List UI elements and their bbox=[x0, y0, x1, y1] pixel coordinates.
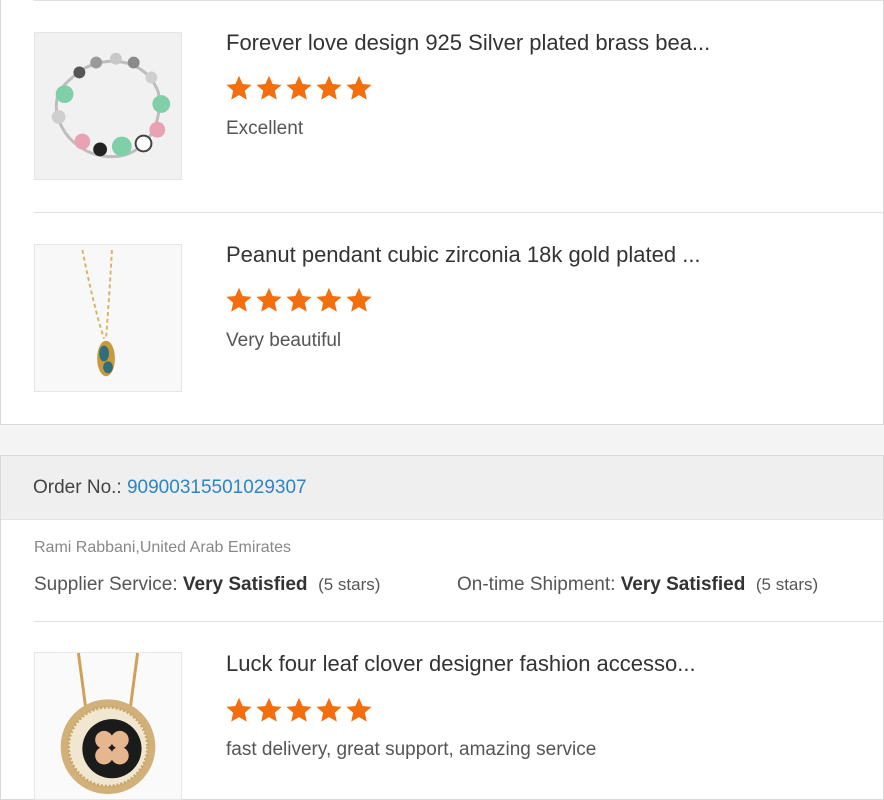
order-number-link[interactable]: 90900315501029307 bbox=[127, 477, 307, 498]
star-icon bbox=[345, 74, 373, 102]
shipment-value: Very Satisfied bbox=[620, 574, 746, 595]
star-icon bbox=[255, 286, 283, 314]
product-title[interactable]: Peanut pendant cubic zirconia 18k gold p… bbox=[226, 242, 746, 268]
shipment-label: On-time Shipment: bbox=[457, 574, 616, 595]
review-comment: Very beautiful bbox=[226, 330, 342, 351]
review-comment: fast delivery, great support, amazing se… bbox=[226, 739, 597, 760]
clover-pendant-image[interactable] bbox=[34, 652, 182, 800]
star-icon bbox=[285, 74, 313, 102]
product-title[interactable]: Forever love design 925 Silver plated br… bbox=[226, 30, 746, 56]
star-icon bbox=[345, 286, 373, 314]
star-icon bbox=[225, 696, 253, 724]
star-icon bbox=[315, 286, 343, 314]
supplier-service-label: Supplier Service: bbox=[34, 574, 178, 595]
rating-stars bbox=[225, 286, 373, 314]
necklace-image[interactable] bbox=[34, 244, 182, 392]
order-number-label: Order No.: bbox=[33, 477, 122, 498]
shipment-stars: (5 stars) bbox=[755, 575, 819, 594]
order-review-card: Order No.: 90900315501029307 Rami Rabban… bbox=[0, 455, 884, 800]
review-comment: Excellent bbox=[226, 118, 304, 139]
supplier-service-value: Very Satisfied bbox=[182, 574, 308, 595]
star-icon bbox=[225, 286, 253, 314]
divider bbox=[34, 621, 883, 622]
star-icon bbox=[285, 696, 313, 724]
star-icon bbox=[315, 74, 343, 102]
star-icon bbox=[255, 696, 283, 724]
rating-stars bbox=[225, 696, 373, 724]
supplier-service-rating: Supplier Service: Very Satisfied (5 star… bbox=[34, 574, 380, 596]
buyer-info: Rami Rabbani,United Arab Emirates bbox=[34, 539, 292, 556]
divider bbox=[34, 212, 883, 213]
product-title[interactable]: Luck four leaf clover designer fashion a… bbox=[226, 651, 746, 677]
star-icon bbox=[225, 74, 253, 102]
star-icon bbox=[315, 696, 343, 724]
supplier-service-stars: (5 stars) bbox=[318, 575, 381, 594]
bracelet-image[interactable] bbox=[34, 32, 182, 180]
shipment-rating: On-time Shipment: Very Satisfied (5 star… bbox=[457, 574, 818, 596]
star-icon bbox=[345, 696, 373, 724]
review-card: Forever love design 925 Silver plated br… bbox=[0, 0, 884, 425]
star-icon bbox=[285, 286, 313, 314]
star-icon bbox=[255, 74, 283, 102]
divider bbox=[34, 0, 883, 1]
rating-stars bbox=[225, 74, 373, 102]
order-number-row: Order No.: 90900315501029307 bbox=[33, 477, 307, 499]
order-header: Order No.: 90900315501029307 bbox=[1, 456, 883, 520]
